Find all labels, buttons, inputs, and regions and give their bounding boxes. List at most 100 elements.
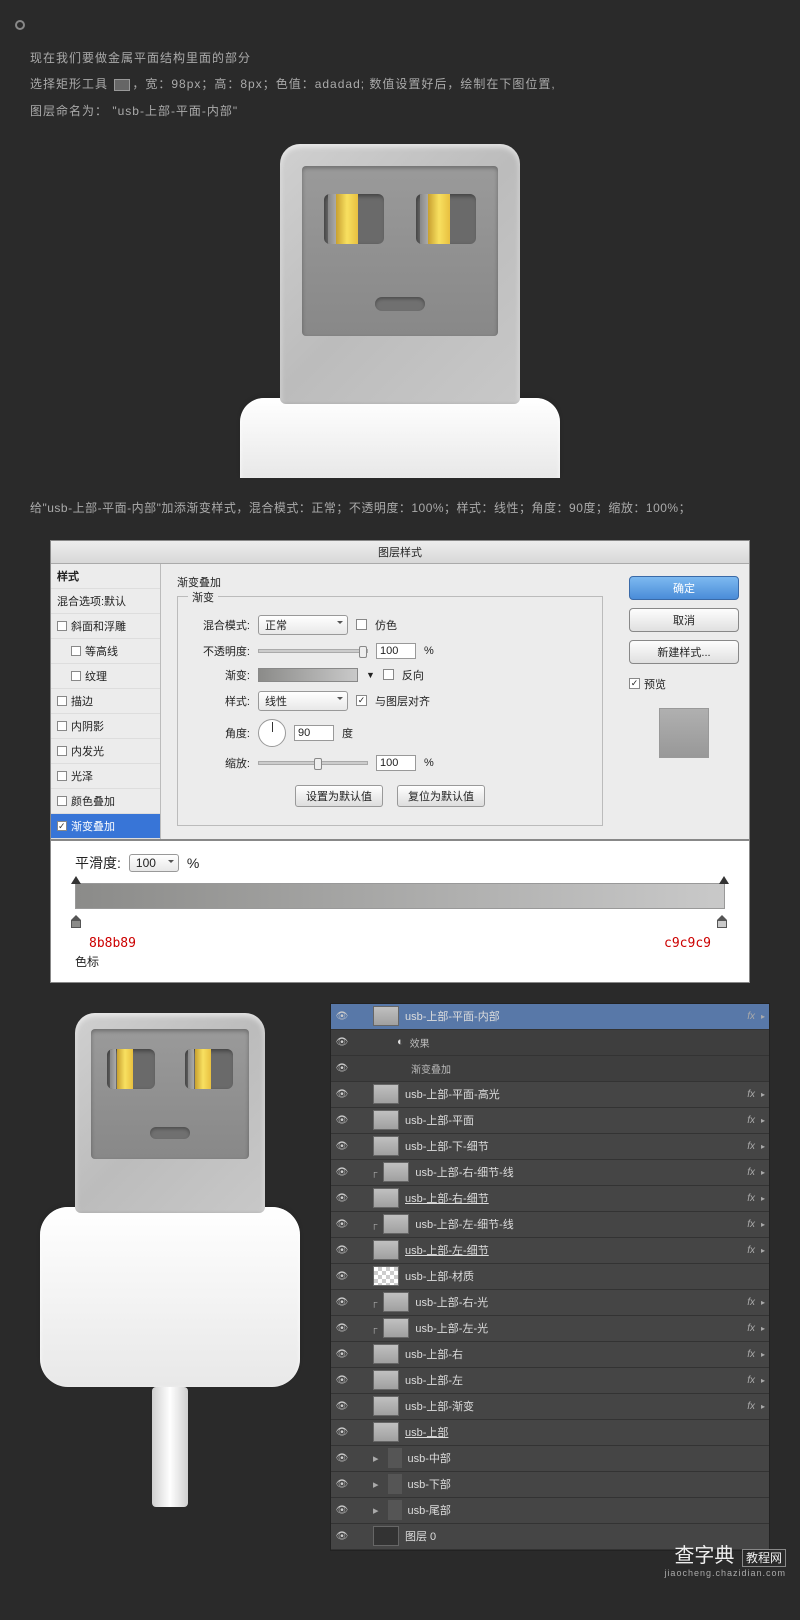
layer-row[interactable]: 👁┌usb-上部-右-光fx▸ — [331, 1290, 769, 1316]
style-item-selected[interactable]: 渐变叠加 — [51, 814, 160, 839]
layer-row[interactable]: 👁usb-上部-平面-内部fx▸ — [331, 1004, 769, 1030]
visibility-icon[interactable]: 👁 — [331, 1219, 353, 1230]
arrow-icon[interactable]: ▸ — [761, 1220, 769, 1229]
style-item[interactable]: 描边 — [51, 689, 160, 714]
style-item[interactable]: 等高线 — [51, 639, 160, 664]
arrow-icon[interactable]: ▸ — [761, 1298, 769, 1307]
visibility-icon[interactable]: 👁 — [331, 1479, 353, 1490]
layer-row[interactable]: 👁渐变叠加 — [331, 1056, 769, 1082]
fx-badge[interactable]: fx — [747, 1167, 761, 1178]
visibility-icon[interactable]: 👁 — [331, 1375, 353, 1386]
style-item[interactable]: 斜面和浮雕 — [51, 614, 160, 639]
reset-default-button[interactable]: 复位为默认值 — [397, 785, 485, 807]
fx-badge[interactable]: fx — [747, 1115, 761, 1126]
fx-badge[interactable]: fx — [747, 1401, 761, 1412]
visibility-icon[interactable]: 👁 — [331, 1349, 353, 1360]
fx-badge[interactable]: fx — [747, 1297, 761, 1308]
checkbox-icon[interactable] — [57, 621, 67, 631]
layer-row[interactable]: 👁┌usb-上部-右-细节-线fx▸ — [331, 1160, 769, 1186]
blend-mode-select[interactable]: 正常 — [258, 615, 348, 635]
layer-row[interactable]: 👁usb-上部-右-细节fx▸ — [331, 1186, 769, 1212]
gradient-preview[interactable] — [258, 668, 358, 682]
arrow-icon[interactable]: ▸ — [761, 1012, 769, 1021]
angle-input[interactable]: 90 — [294, 725, 334, 741]
layer-row[interactable]: 👁usb-上部-平面fx▸ — [331, 1108, 769, 1134]
fx-badge[interactable]: fx — [747, 1089, 761, 1100]
layer-row[interactable]: 👁usb-上部-左fx▸ — [331, 1368, 769, 1394]
arrow-icon[interactable]: ▸ — [761, 1350, 769, 1359]
angle-dial[interactable] — [258, 719, 286, 747]
visibility-icon[interactable]: 👁 — [331, 1297, 353, 1308]
fx-badge[interactable]: fx — [747, 1011, 761, 1022]
arrow-icon[interactable]: ▸ — [761, 1116, 769, 1125]
arrow-icon[interactable]: ▸ — [761, 1090, 769, 1099]
visibility-icon[interactable]: 👁 — [331, 1453, 353, 1464]
scale-slider[interactable] — [258, 761, 368, 765]
layer-row[interactable]: 👁usb-上部-右fx▸ — [331, 1342, 769, 1368]
layer-row[interactable]: 👁usb-上部 — [331, 1420, 769, 1446]
checkbox-icon[interactable] — [57, 746, 67, 756]
set-default-button[interactable]: 设置为默认值 — [295, 785, 383, 807]
align-checkbox[interactable]: ✓ — [356, 695, 367, 706]
visibility-icon[interactable]: 👁 — [331, 1115, 353, 1126]
visibility-icon[interactable]: 👁 — [331, 1271, 353, 1282]
visibility-icon[interactable]: 👁 — [331, 1401, 353, 1412]
checkbox-icon[interactable] — [57, 796, 67, 806]
fx-badge[interactable]: fx — [747, 1323, 761, 1334]
visibility-icon[interactable]: 👁 — [331, 1193, 353, 1204]
checkbox-icon[interactable] — [57, 821, 67, 831]
style-item[interactable]: 内阴影 — [51, 714, 160, 739]
visibility-icon[interactable]: 👁 — [331, 1011, 353, 1022]
color-stop-icon[interactable] — [71, 920, 83, 932]
checkbox-icon[interactable] — [71, 671, 81, 681]
cancel-button[interactable]: 取消 — [629, 608, 739, 632]
arrow-icon[interactable]: ▸ — [761, 1402, 769, 1411]
reverse-checkbox[interactable] — [383, 669, 394, 680]
opacity-input[interactable]: 100 — [376, 643, 416, 659]
ok-button[interactable]: 确定 — [629, 576, 739, 600]
layer-row[interactable]: 👁usb-上部-材质 — [331, 1264, 769, 1290]
visibility-icon[interactable]: 👁 — [331, 1323, 353, 1334]
layer-row[interactable]: 👁◐效果 — [331, 1030, 769, 1056]
checkbox-icon[interactable] — [57, 721, 67, 731]
arrow-icon[interactable]: ▸ — [761, 1168, 769, 1177]
layer-row[interactable]: 👁usb-上部-左-细节fx▸ — [331, 1238, 769, 1264]
opacity-stop-icon[interactable] — [71, 874, 81, 884]
visibility-icon[interactable]: 👁 — [331, 1141, 353, 1152]
visibility-icon[interactable]: 👁 — [331, 1505, 353, 1516]
arrow-icon[interactable]: ▸ — [761, 1246, 769, 1255]
layer-row[interactable]: 👁▸usb-尾部 — [331, 1498, 769, 1524]
arrow-icon[interactable]: ▸ — [373, 1452, 379, 1465]
fx-badge[interactable]: fx — [747, 1245, 761, 1256]
layer-row[interactable]: 👁usb-上部-平面-高光fx▸ — [331, 1082, 769, 1108]
style-item[interactable]: 纹理 — [51, 664, 160, 689]
checkbox-icon[interactable] — [57, 696, 67, 706]
checkbox-icon[interactable] — [71, 646, 81, 656]
color-stop-icon[interactable] — [717, 920, 729, 932]
fx-badge[interactable]: fx — [747, 1193, 761, 1204]
arrow-icon[interactable]: ▸ — [761, 1194, 769, 1203]
arrow-icon[interactable]: ▸ — [373, 1478, 379, 1491]
layer-row[interactable]: 👁usb-上部-下-细节fx▸ — [331, 1134, 769, 1160]
visibility-icon[interactable]: 👁 — [331, 1427, 353, 1438]
fx-badge[interactable]: fx — [747, 1375, 761, 1386]
checkbox-icon[interactable] — [57, 771, 67, 781]
arrow-icon[interactable]: ▸ — [761, 1376, 769, 1385]
layer-row[interactable]: 👁▸usb-中部 — [331, 1446, 769, 1472]
visibility-icon[interactable]: 👁 — [331, 1245, 353, 1256]
style-item[interactable]: 内发光 — [51, 739, 160, 764]
scale-input[interactable]: 100 — [376, 755, 416, 771]
visibility-icon[interactable]: 👁 — [331, 1167, 353, 1178]
fx-badge[interactable]: fx — [747, 1349, 761, 1360]
arrow-icon[interactable]: ▸ — [373, 1504, 379, 1517]
smoothness-input[interactable]: 100 — [129, 854, 179, 872]
visibility-icon[interactable]: 👁 — [331, 1089, 353, 1100]
dither-checkbox[interactable] — [356, 619, 367, 630]
opacity-slider[interactable] — [258, 649, 368, 653]
visibility-icon[interactable]: 👁 — [331, 1063, 353, 1074]
arrow-icon[interactable]: ▸ — [761, 1142, 769, 1151]
visibility-icon[interactable]: 👁 — [331, 1037, 353, 1048]
gradient-bar[interactable] — [75, 883, 725, 909]
layer-row[interactable]: 👁┌usb-上部-左-光fx▸ — [331, 1316, 769, 1342]
style-item[interactable]: 颜色叠加 — [51, 789, 160, 814]
